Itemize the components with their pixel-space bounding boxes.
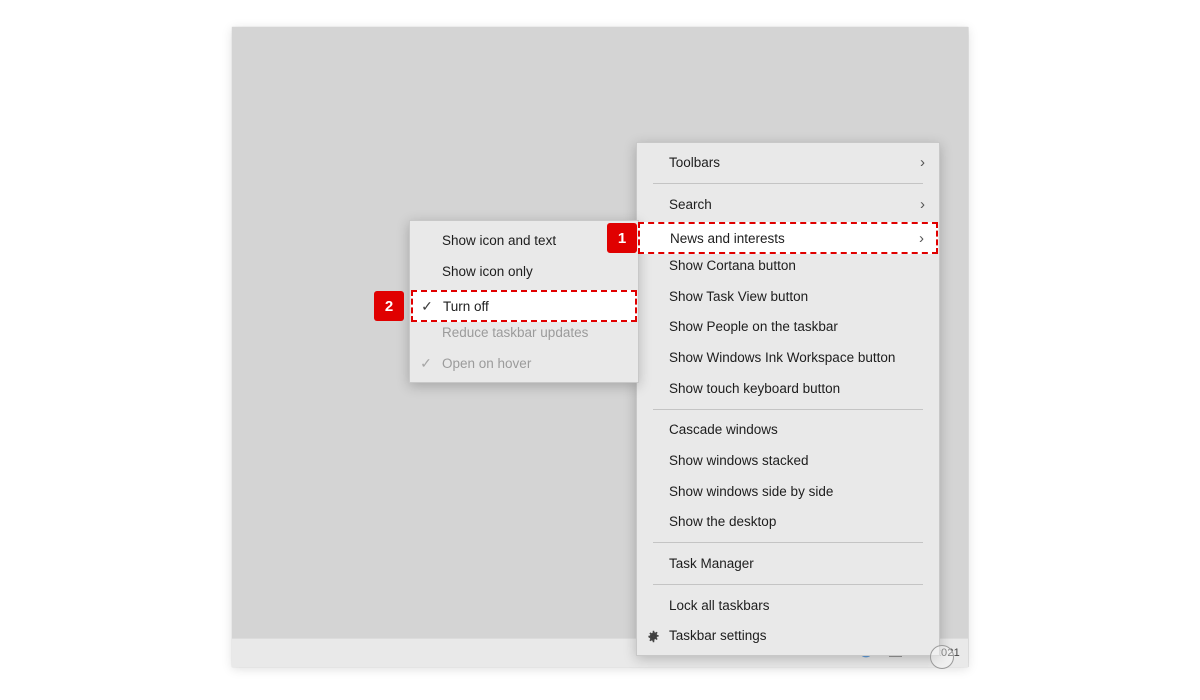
menu-item-label: Show touch keyboard button <box>669 380 841 396</box>
menu-separator <box>653 542 923 544</box>
menu-item-show-windows-side-by-side[interactable]: Show windows side by side <box>637 476 939 507</box>
news-and-interests-submenu[interactable]: Show icon and text Show icon only ✓ Turn… <box>409 220 639 384</box>
chevron-right-icon: › <box>920 226 925 244</box>
menu-item-show-windows-stacked[interactable]: Show windows stacked <box>637 445 939 476</box>
submenu-item-open-on-hover: ✓ Open on hover <box>410 348 638 379</box>
chevron-right-icon: › <box>920 153 925 171</box>
submenu-item-label: Reduce taskbar updates <box>442 324 589 340</box>
check-icon: ✓ <box>420 355 432 372</box>
menu-item-label: Show windows stacked <box>669 453 809 469</box>
submenu-item-label: Show icon only <box>442 263 533 279</box>
menu-item-show-cortana-button[interactable]: Show Cortana button <box>637 250 939 281</box>
submenu-item-turn-off[interactable]: ✓ Turn off <box>410 286 638 317</box>
gear-icon <box>637 629 669 644</box>
menu-item-label: Show Cortana button <box>669 257 796 273</box>
menu-item-show-touch-keyboard-button[interactable]: Show touch keyboard button <box>637 373 939 404</box>
menu-item-show-the-desktop[interactable]: Show the desktop <box>637 507 939 538</box>
menu-item-cascade-windows[interactable]: Cascade windows <box>637 415 939 446</box>
submenu-item-reduce-taskbar-updates: Reduce taskbar updates <box>410 317 638 348</box>
menu-item-label: Show People on the taskbar <box>669 319 838 335</box>
menu-item-label: Show windows side by side <box>669 483 834 499</box>
taskbar-context-menu[interactable]: Toolbars › Search › News and interests ›… <box>636 142 940 657</box>
submenu-item-show-icon-only[interactable]: Show icon only <box>410 256 638 287</box>
check-icon: ✓ <box>420 293 432 310</box>
menu-item-show-windows-ink-workspace-button[interactable]: Show Windows Ink Workspace button <box>637 342 939 373</box>
menu-item-show-people-on-the-taskbar[interactable]: Show People on the taskbar <box>637 311 939 342</box>
submenu-item-show-icon-and-text[interactable]: Show icon and text <box>410 225 638 256</box>
menu-item-label: Show Windows Ink Workspace button <box>669 349 896 365</box>
window-right-edge <box>968 27 969 667</box>
menu-separator <box>653 182 923 184</box>
step-badge-1: 1 <box>607 223 637 253</box>
menu-item-label: Cascade windows <box>669 422 778 438</box>
menu-item-taskbar-settings[interactable]: Taskbar settings <box>637 621 939 652</box>
menu-item-label: Toolbars <box>669 154 721 170</box>
menu-item-search[interactable]: Search › <box>637 189 939 220</box>
menu-item-show-task-view-button[interactable]: Show Task View button <box>637 281 939 312</box>
menu-item-news-and-interests[interactable]: News and interests › <box>637 219 939 250</box>
menu-item-label: Taskbar settings <box>669 628 767 644</box>
menu-item-label: Show Task View button <box>669 288 809 304</box>
menu-item-label: Task Manager <box>669 556 754 572</box>
step-badge-2: 2 <box>374 291 404 321</box>
menu-separator <box>653 408 923 410</box>
menu-item-task-manager[interactable]: Task Manager <box>637 548 939 579</box>
menu-item-label: Lock all taskbars <box>669 597 770 613</box>
mouse-cursor <box>930 645 954 669</box>
menu-item-toolbars[interactable]: Toolbars › <box>637 147 939 178</box>
menu-item-lock-all-taskbars[interactable]: Lock all taskbars <box>637 590 939 621</box>
submenu-item-label: Show icon and text <box>442 232 557 248</box>
menu-item-label: Show the desktop <box>669 514 777 530</box>
submenu-item-label: Open on hover <box>442 355 532 371</box>
menu-separator <box>653 583 923 585</box>
menu-item-label: News and interests <box>669 227 784 243</box>
chevron-right-icon: › <box>920 195 925 213</box>
menu-item-label: Search <box>669 196 712 212</box>
submenu-item-label: Turn off <box>442 294 488 310</box>
